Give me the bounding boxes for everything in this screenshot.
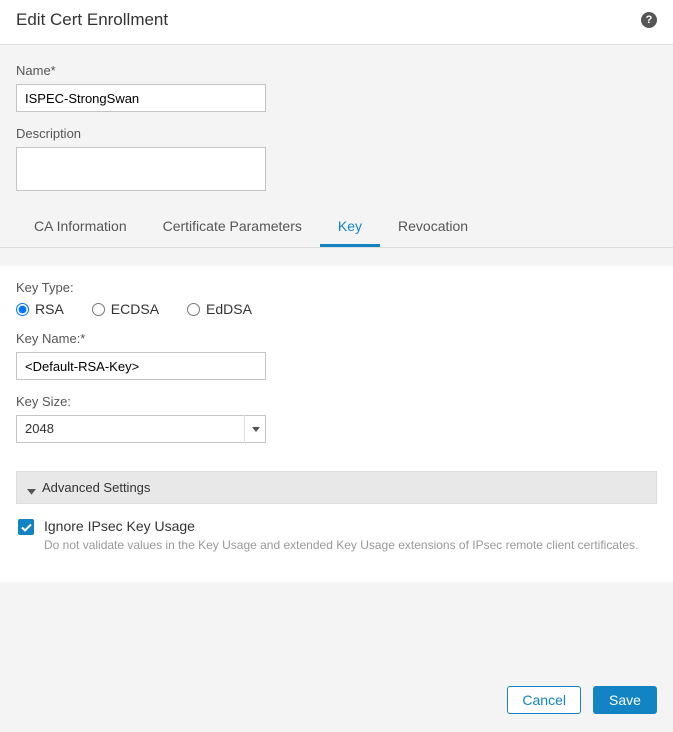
description-label: Description bbox=[16, 126, 657, 141]
radio-eddsa-label: EdDSA bbox=[206, 301, 252, 317]
key-name-input[interactable] bbox=[16, 352, 266, 380]
radio-rsa-input[interactable] bbox=[16, 303, 29, 316]
caret-down-icon bbox=[27, 483, 36, 492]
radio-ecdsa-input[interactable] bbox=[92, 303, 105, 316]
key-type-label: Key Type: bbox=[16, 280, 657, 295]
check-icon bbox=[21, 523, 32, 532]
ignore-ipsec-label: Ignore IPsec Key Usage bbox=[44, 518, 638, 534]
radio-eddsa[interactable]: EdDSA bbox=[187, 301, 252, 317]
radio-ecdsa[interactable]: ECDSA bbox=[92, 301, 159, 317]
radio-ecdsa-label: ECDSA bbox=[111, 301, 159, 317]
ignore-ipsec-checkbox[interactable] bbox=[18, 519, 34, 535]
tab-key[interactable]: Key bbox=[320, 208, 380, 247]
name-label: Name* bbox=[16, 63, 657, 78]
tab-ca-information[interactable]: CA Information bbox=[16, 208, 145, 247]
help-icon[interactable]: ? bbox=[641, 12, 657, 28]
advanced-settings-label: Advanced Settings bbox=[42, 480, 150, 495]
cancel-button[interactable]: Cancel bbox=[507, 686, 581, 714]
advanced-settings-header[interactable]: Advanced Settings bbox=[16, 471, 657, 504]
save-button[interactable]: Save bbox=[593, 686, 657, 714]
ignore-ipsec-description: Do not validate values in the Key Usage … bbox=[44, 537, 638, 554]
name-input[interactable] bbox=[16, 84, 266, 112]
dialog-title: Edit Cert Enrollment bbox=[16, 10, 168, 30]
key-size-label: Key Size: bbox=[16, 394, 657, 409]
description-input[interactable] bbox=[16, 147, 266, 191]
radio-rsa-label: RSA bbox=[35, 301, 64, 317]
radio-eddsa-input[interactable] bbox=[187, 303, 200, 316]
tab-revocation[interactable]: Revocation bbox=[380, 208, 486, 247]
key-size-select[interactable]: 2048 bbox=[16, 415, 266, 443]
radio-rsa[interactable]: RSA bbox=[16, 301, 64, 317]
tab-bar: CA Information Certificate Parameters Ke… bbox=[0, 208, 673, 248]
key-name-label: Key Name:* bbox=[16, 331, 657, 346]
tab-certificate-parameters[interactable]: Certificate Parameters bbox=[145, 208, 320, 247]
